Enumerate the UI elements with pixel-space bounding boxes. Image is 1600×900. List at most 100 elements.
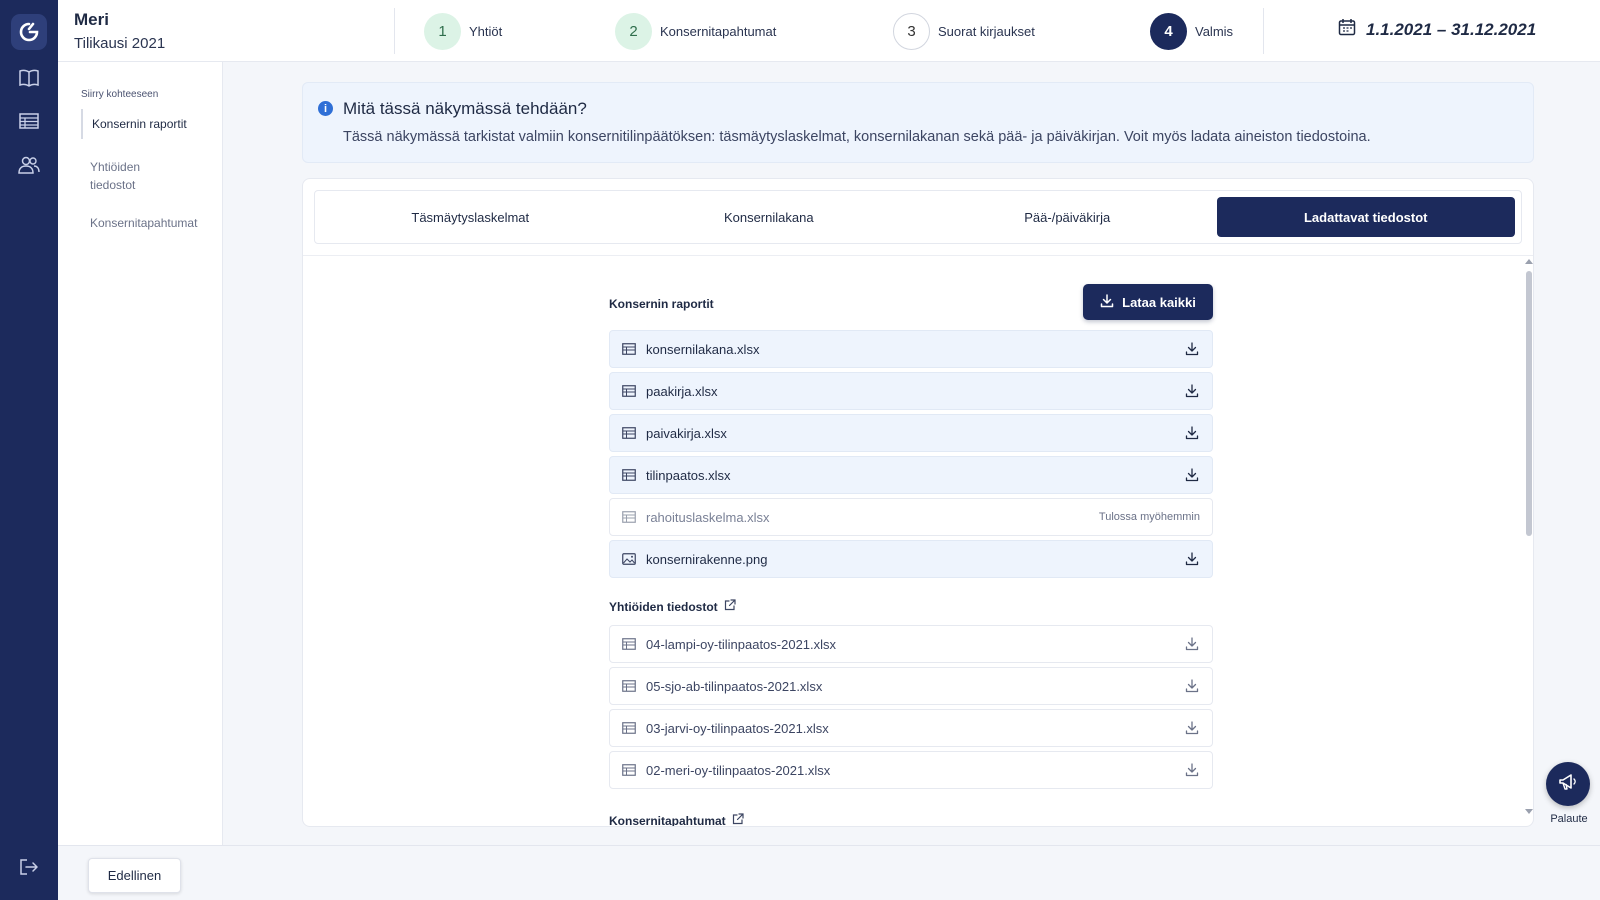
group-reports-title-text: Konsernin raportit (609, 297, 714, 311)
table-icon (622, 384, 636, 398)
table-icon (622, 679, 636, 693)
image-icon (622, 552, 636, 566)
section-nav-item-group-events[interactable]: Konsernitapahtumat (81, 214, 211, 232)
app-rail (0, 0, 58, 900)
company-info: Meri Tilikausi 2021 (74, 10, 165, 52)
table-icon (622, 721, 636, 735)
app-logo-icon[interactable] (11, 14, 47, 50)
company-files-title[interactable]: Yhtiöiden tiedostot (609, 599, 736, 614)
step-4[interactable]: 4 Valmis (1150, 12, 1233, 50)
file-row[interactable]: paivakirja.xlsx (609, 414, 1213, 452)
file-name: 02-meri-oy-tilinpaatos-2021.xlsx (646, 762, 831, 778)
tab-downloads[interactable]: Ladattavat tiedostot (1216, 197, 1515, 237)
file-row[interactable]: 04-lampi-oy-tilinpaatos-2021.xlsx (609, 625, 1213, 663)
file-row[interactable]: paakirja.xlsx (609, 372, 1213, 410)
download-icon[interactable] (1184, 720, 1200, 736)
coming-later-note: Tulossa myöhemmin (1098, 511, 1200, 523)
section-nav-title: Siirry kohteeseen (81, 89, 159, 100)
download-icon[interactable] (1184, 341, 1200, 357)
file-row[interactable]: konsernirakenne.png (609, 540, 1213, 578)
scroll-up-arrow[interactable] (1525, 259, 1533, 264)
megaphone-icon (1558, 773, 1578, 796)
header-divider (394, 8, 395, 54)
company-name: Meri (74, 10, 109, 29)
external-link-icon[interactable] (724, 599, 736, 614)
table-icon (622, 763, 636, 777)
group-events-title-text: Konsernitapahtumat (609, 813, 726, 827)
download-all-button[interactable]: Lataa kaikki (1083, 284, 1213, 320)
step-number: 1 (424, 12, 461, 50)
step-label: Suorat kirjaukset (938, 23, 1035, 39)
table-icon (622, 426, 636, 440)
download-icon[interactable] (1184, 636, 1200, 652)
download-icon[interactable] (1184, 762, 1200, 778)
tab-ledger-journal[interactable]: Pää-/päiväkirja (918, 197, 1217, 237)
download-all-label: Lataa kaikki (1122, 294, 1196, 310)
feedback-label: Palaute (1550, 813, 1588, 825)
table-icon (622, 510, 636, 524)
section-nav: Siirry kohteeseen Konsernin raportit Yht… (58, 62, 223, 845)
feedback-button[interactable] (1546, 762, 1590, 806)
tabs-divider (303, 255, 1533, 256)
section-nav-item-company-files[interactable]: Yhtiöiden tiedostot (81, 158, 171, 194)
step-number: 2 (615, 12, 652, 50)
step-number: 4 (1150, 12, 1187, 50)
book-icon[interactable] (17, 66, 41, 90)
file-name: konsernirakenne.png (646, 551, 768, 567)
step-label: Konsernitapahtumat (660, 23, 777, 39)
file-name: paivakirja.xlsx (646, 425, 727, 441)
group-events-title[interactable]: Konsernitapahtumat (609, 813, 744, 827)
file-row[interactable]: 02-meri-oy-tilinpaatos-2021.xlsx (609, 751, 1213, 789)
info-title: Mitä tässä näkymässä tehdään? (343, 99, 587, 118)
tab-consolidation-sheet[interactable]: Konsernilakana (620, 197, 919, 237)
bottom-bar: Edellinen (58, 845, 1600, 900)
step-3[interactable]: 3 Suorat kirjaukset (893, 12, 1035, 50)
header-divider (1263, 8, 1264, 54)
tab-reconciliation[interactable]: Täsmäytyslaskelmat (321, 197, 620, 237)
download-icon (1100, 293, 1114, 311)
file-name: tilinpaatos.xlsx (646, 467, 731, 483)
table-icon (622, 468, 636, 482)
step-2[interactable]: 2 Konsernitapahtumat (615, 12, 776, 50)
content-scrollbar[interactable] (1525, 259, 1533, 819)
table-icon (622, 342, 636, 356)
date-range: 1.1.2021 – 31.12.2021 (1338, 18, 1536, 41)
external-link-icon[interactable] (732, 813, 744, 826)
step-1[interactable]: 1 Yhtiöt (424, 12, 502, 50)
download-icon[interactable] (1184, 551, 1200, 567)
file-name: paakirja.xlsx (646, 383, 718, 399)
file-row[interactable]: 05-sjo-ab-tilinpaatos-2021.xlsx (609, 667, 1213, 705)
logout-icon[interactable] (17, 855, 41, 879)
calendar-icon (1338, 18, 1356, 41)
step-label: Valmis (1195, 23, 1234, 39)
file-name: konsernilakana.xlsx (646, 341, 760, 357)
file-row-disabled: rahoituslaskelma.xlsx Tulossa myöhemmin (609, 498, 1213, 536)
section-nav-item-group-reports[interactable]: Konsernin raportit (81, 109, 211, 139)
download-icon[interactable] (1184, 383, 1200, 399)
group-reports-title: Konsernin raportit (609, 297, 714, 311)
table-nav-icon[interactable] (17, 109, 41, 133)
main-card: Täsmäytyslaskelmat Konsernilakana Pää-/p… (302, 178, 1534, 827)
fiscal-period: Tilikausi 2021 (74, 35, 166, 52)
file-name: rahoituslaskelma.xlsx (646, 509, 770, 525)
date-range-text: 1.1.2021 – 31.12.2021 (1366, 19, 1537, 39)
step-number: 3 (893, 12, 930, 50)
file-row[interactable]: tilinpaatos.xlsx (609, 456, 1213, 494)
scroll-down-arrow[interactable] (1525, 809, 1533, 814)
file-name: 05-sjo-ab-tilinpaatos-2021.xlsx (646, 678, 823, 694)
file-name: 04-lampi-oy-tilinpaatos-2021.xlsx (646, 636, 837, 652)
table-icon (622, 637, 636, 651)
users-icon[interactable] (17, 153, 41, 177)
step-label: Yhtiöt (469, 23, 503, 39)
previous-button[interactable]: Edellinen (88, 858, 181, 893)
file-row[interactable]: 03-jarvi-oy-tilinpaatos-2021.xlsx (609, 709, 1213, 747)
company-files-title-text: Yhtiöiden tiedostot (609, 599, 718, 614)
scroll-thumb[interactable] (1526, 271, 1532, 536)
file-row[interactable]: konsernilakana.xlsx (609, 330, 1213, 368)
download-icon[interactable] (1184, 467, 1200, 483)
info-text: Tässä näkymässä tarkistat valmiin konser… (343, 129, 1371, 145)
download-icon[interactable] (1184, 425, 1200, 441)
top-header: Meri Tilikausi 2021 1 Yhtiöt 2 Konsernit… (58, 0, 1600, 62)
info-icon: i (318, 101, 333, 116)
download-icon[interactable] (1184, 678, 1200, 694)
